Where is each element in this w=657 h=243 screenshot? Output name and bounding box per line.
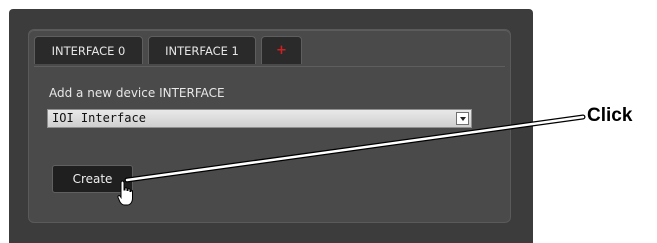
click-callout-text: Click — [587, 105, 633, 126]
callout-leader-line — [124, 114, 586, 183]
hand-pointer-icon — [117, 180, 133, 206]
annotation-overlay — [117, 114, 586, 206]
screenshot-stage: INTERFACE 0 INTERFACE 1 + Add a new devi… — [0, 0, 657, 243]
